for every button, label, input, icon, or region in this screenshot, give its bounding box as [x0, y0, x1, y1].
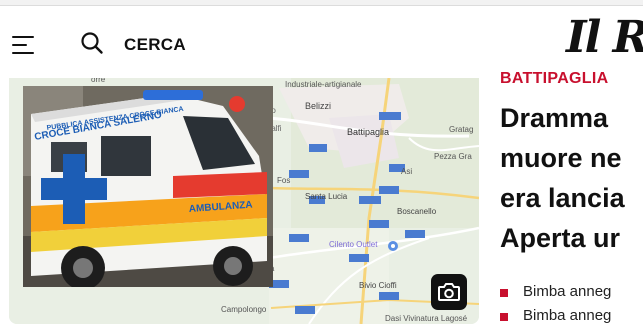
- headline-line: Dramma: [500, 103, 609, 133]
- article-headline[interactable]: Dramma muore ne era lancia Aperta ur: [500, 98, 643, 258]
- map-label: Bivio Cioffi: [359, 281, 397, 290]
- menu-bar: [12, 36, 34, 38]
- map-label: Boscanello: [397, 207, 437, 216]
- related-articles-list: Bimba anneg Bimba anneg: [500, 280, 643, 328]
- search-label[interactable]: CERCA: [124, 35, 186, 55]
- menu-bar: [12, 52, 34, 54]
- site-logo[interactable]: Il R: [566, 12, 643, 63]
- map-label: Dasi Vivinatura Lagosé: [385, 314, 468, 323]
- site-header: CERCA Il R: [0, 6, 643, 78]
- map-label: Campolongo: [221, 305, 267, 314]
- headline-line: era lancia: [500, 183, 625, 213]
- menu-bar: [12, 44, 27, 46]
- headline-line: muore ne: [500, 143, 622, 173]
- map-label: Fos: [277, 176, 290, 185]
- related-article-link[interactable]: Bimba anneg: [500, 304, 643, 328]
- map-label: Santa Lucia: [305, 192, 348, 201]
- map-label: Gratag: [449, 125, 473, 134]
- camera-icon: [438, 283, 460, 301]
- map-label: Pezza Gra: [434, 152, 472, 161]
- map-label: Belizzi: [305, 101, 331, 111]
- map-label: Cilento Outlet: [329, 240, 378, 249]
- bullet-square-icon: [500, 313, 508, 321]
- map-label: orre: [91, 78, 106, 84]
- article-kicker[interactable]: BATTIPAGLIA: [500, 70, 608, 88]
- bullet-square-icon: [500, 289, 508, 297]
- map-label: Asi: [401, 167, 412, 176]
- related-article-link[interactable]: Bimba anneg: [500, 280, 643, 304]
- hero-image[interactable]: Industriale-artigianale orre orto -malfi…: [9, 78, 479, 324]
- ambulance-photo: PUBBLICA ASSISTENZA CROCE BIANCA CROCE B…: [23, 86, 273, 287]
- related-article-title: Bimba anneg: [523, 307, 612, 324]
- search-icon[interactable]: [80, 31, 104, 55]
- related-article-title: Bimba anneg: [523, 283, 612, 300]
- map-label: Battipaglia: [347, 127, 389, 137]
- map-label: Industriale-artigianale: [285, 80, 362, 89]
- photo-gallery-button[interactable]: [431, 274, 467, 310]
- hamburger-menu-button[interactable]: [12, 36, 36, 56]
- headline-line: Aperta ur: [500, 223, 621, 253]
